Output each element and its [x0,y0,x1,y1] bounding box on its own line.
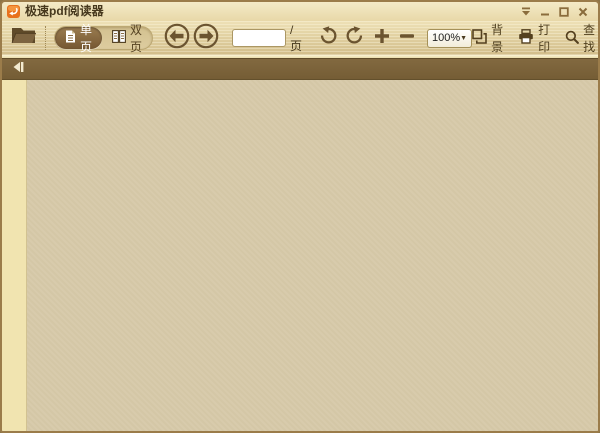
toolbar-right-group: 背景 打印 查找 [472,21,595,55]
double-page-mode-button[interactable]: 双页 [102,27,152,49]
zoom-level-value: 100% [432,32,460,44]
printer-icon [518,29,534,47]
window-title: 极速pdf阅读器 [25,2,104,21]
find-label: 查找 [583,21,595,55]
maximize-icon[interactable] [556,4,572,19]
rotate-counterclockwise-button[interactable] [319,29,338,48]
arrow-left-circle-icon [164,23,190,54]
content-area [2,80,598,431]
arrow-right-circle-icon [193,23,219,54]
sidebar-header-bar [2,59,598,80]
arrow-left-to-bar-icon [11,60,25,78]
magnifier-icon [565,30,579,47]
single-page-label: 单页 [80,21,92,55]
minus-icon [399,28,415,49]
double-page-icon [112,30,126,46]
zoom-level-select[interactable]: 100% ▼ [427,29,472,48]
app-logo-icon [7,5,20,18]
chevron-down-icon: ▼ [460,35,467,42]
rotate-cw-icon [345,26,364,50]
single-page-mode-button[interactable]: 单页 [55,27,102,49]
zoom-in-button[interactable] [374,30,390,47]
window-controls [518,4,591,19]
layers-icon [472,29,487,47]
toolbar: 单页 双页 [2,21,598,55]
app-window: 极速pdf阅读器 [0,0,600,433]
page-number-input[interactable] [232,29,286,47]
close-icon[interactable] [575,4,591,19]
toolbar-separator [45,26,46,50]
find-button[interactable]: 查找 [565,21,595,55]
titlebar[interactable]: 极速pdf阅读器 [2,2,598,21]
next-page-button[interactable] [193,25,219,52]
print-label: 打印 [538,21,550,55]
minimize-icon[interactable] [537,4,553,19]
rotate-clockwise-button[interactable] [345,29,364,48]
single-page-icon [65,30,76,46]
open-file-button[interactable] [10,24,37,52]
zoom-out-button[interactable] [399,30,415,47]
previous-page-button[interactable] [164,25,190,52]
background-button[interactable]: 背景 [472,21,503,55]
skin-menu-icon[interactable] [518,4,534,19]
rotate-ccw-icon [319,26,338,50]
collapsed-sidebar-strip [2,80,27,431]
document-view-area [27,80,598,431]
collapse-sidebar-button[interactable] [10,62,26,76]
folder-open-icon [10,24,37,52]
page-suffix-label: /页 [290,23,302,54]
page-mode-toggle: 单页 双页 [54,26,153,50]
background-label: 背景 [491,21,503,55]
double-page-label: 双页 [130,21,142,55]
print-button[interactable]: 打印 [518,21,550,55]
plus-icon [374,28,390,49]
